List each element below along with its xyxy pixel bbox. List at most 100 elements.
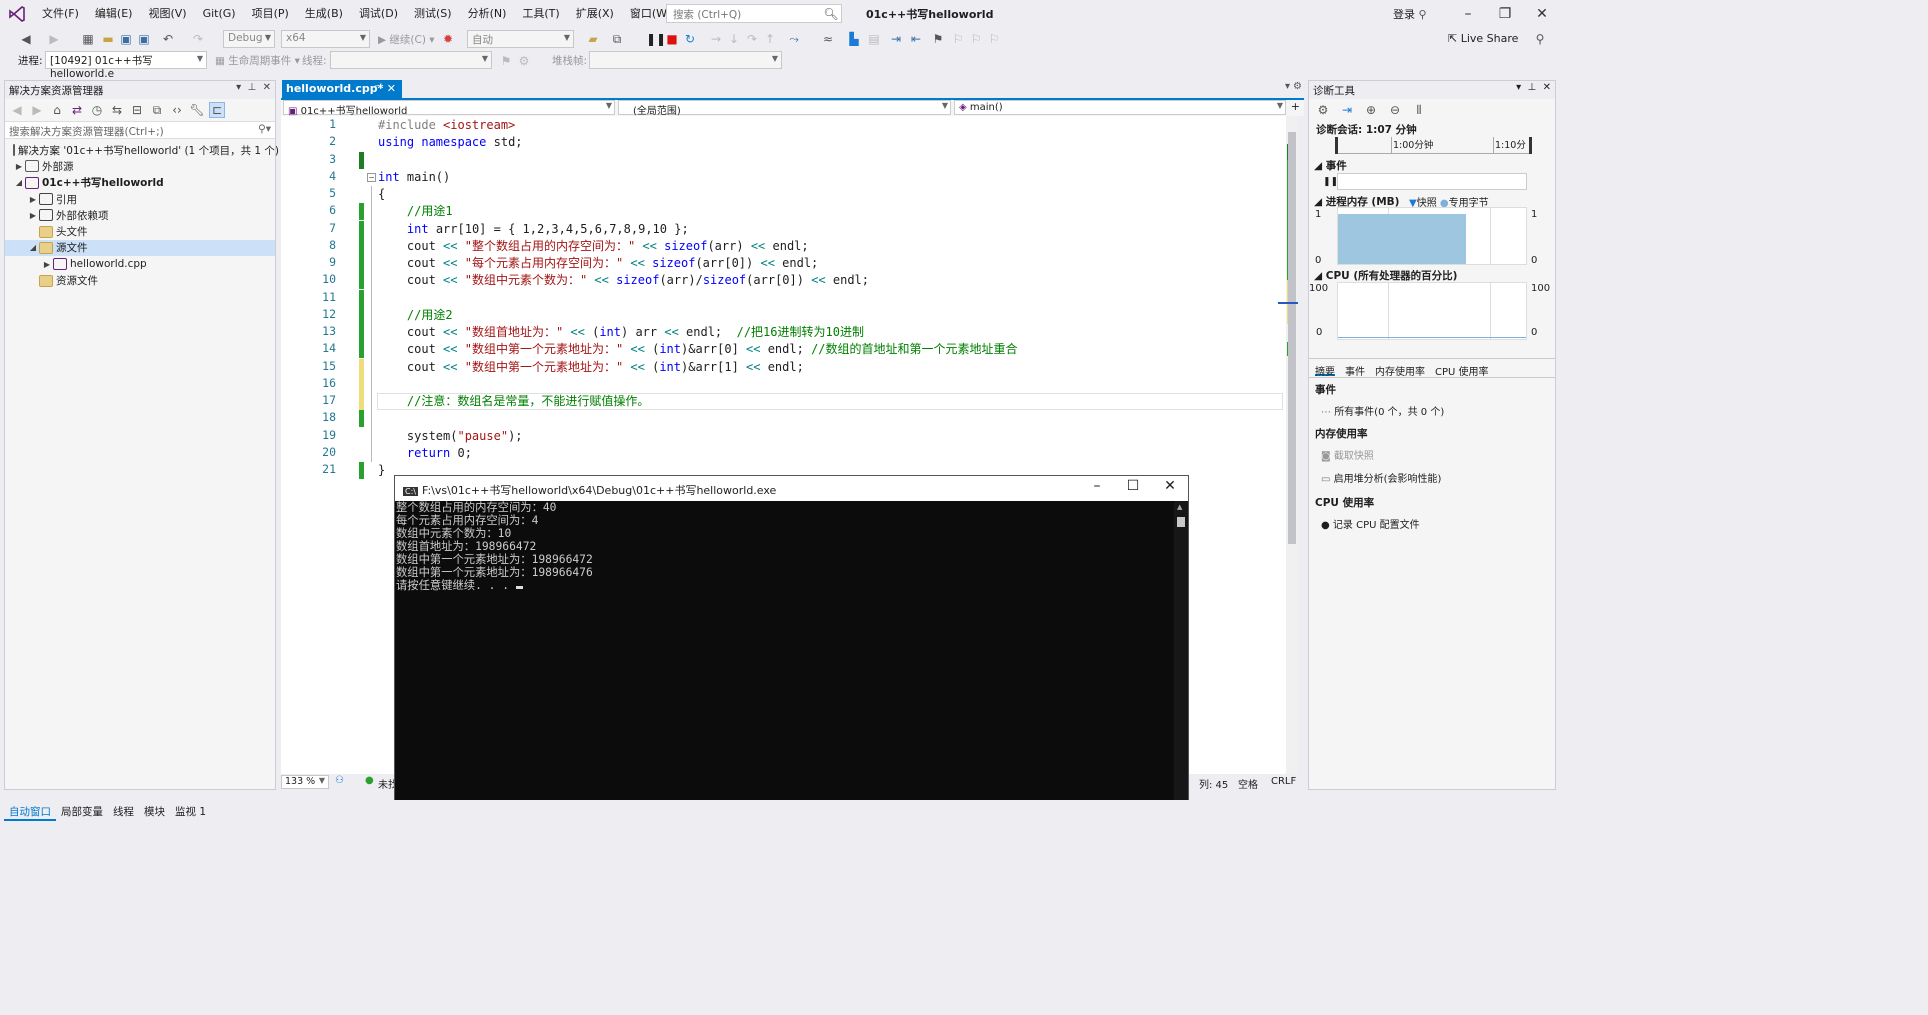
panel-window-controls[interactable]: ▾ ⊥ ✕ (1516, 82, 1551, 93)
pin-icon[interactable]: ⊣ (374, 82, 382, 92)
code-line[interactable]: #include <iostream> (378, 117, 515, 134)
code-line[interactable]: cout << "每个元素占用内存空间为：" << sizeof(arr[0])… (378, 255, 818, 272)
home-icon[interactable]: ⌂ (49, 102, 65, 118)
menu-item[interactable]: 调试(D) (351, 6, 406, 22)
flag-thread-icon[interactable]: ⚑ (498, 53, 514, 69)
platform-select[interactable]: x64 ▼ (281, 30, 370, 48)
code-line[interactable]: //注意：数组名是常量，不能进行赋值操作。 (378, 393, 649, 410)
diag-tab[interactable]: 内存使用率 (1375, 363, 1425, 378)
settings-icon[interactable]: ⚙ (1293, 81, 1302, 92)
properties-icon[interactable]: 🔧︎ (189, 102, 205, 118)
diag-tab[interactable]: CPU 使用率 (1435, 363, 1489, 378)
zoom-in-icon[interactable]: ⊕ (1363, 102, 1379, 118)
lifecycle-events-button[interactable]: ▦ 生命周期事件 ▾ (215, 53, 300, 68)
code-line[interactable]: cout << "整个数组占用的内存空间为：" << sizeof(arr) <… (378, 238, 809, 255)
expand-icon[interactable]: ▶ (13, 162, 25, 171)
tree-item[interactable]: 头文件 (5, 223, 275, 239)
console-close-button[interactable]: ✕ (1152, 478, 1188, 494)
member-nav-select[interactable]: ◈ main() ▼ (954, 100, 1286, 115)
forward-icon[interactable]: ▶ (29, 102, 45, 118)
project-nav-select[interactable]: ▣ 01c++书写helloworld ▼ (283, 100, 615, 117)
code-line[interactable]: int arr[10] = { 1,2,3,4,5,6,7,8,9,10 }; (378, 221, 689, 238)
code-line[interactable]: //用途1 (378, 203, 453, 220)
expand-icon[interactable]: ▶ (41, 260, 53, 269)
code-line[interactable]: cout << "数组首地址为：" << (int) arr << endl; … (378, 324, 864, 341)
back-icon[interactable]: ◀ (18, 31, 34, 47)
menu-item[interactable]: 项目(P) (244, 6, 297, 22)
layout-icon[interactable]: ⧉ (609, 31, 625, 47)
stop-icon[interactable]: ■ (664, 31, 680, 47)
breakpoint-nav-icon[interactable]: ▙ (846, 31, 862, 47)
login-link[interactable]: 登录 ⚲ (1393, 6, 1427, 22)
bottom-tab[interactable]: 自动窗口 (4, 804, 56, 821)
diag-tab[interactable]: 事件 (1345, 363, 1365, 378)
outdent-icon[interactable]: ⇤ (908, 31, 924, 47)
menu-item[interactable]: 文件(F) (34, 6, 87, 22)
show-all-files-icon[interactable]: ⧉ (149, 102, 165, 118)
scroll-thumb[interactable] (1288, 132, 1296, 544)
continue-button[interactable]: ▶ 继续(C) ▾ (378, 32, 435, 47)
panel-window-controls[interactable]: ▾ ⊥ ✕ (236, 82, 271, 93)
vertical-scrollbar[interactable] (1278, 116, 1298, 774)
menu-item[interactable]: 视图(V) (140, 6, 194, 22)
tree-item[interactable]: ▶ 外部源 (5, 158, 275, 174)
sync-icon[interactable]: ⇆ (109, 102, 125, 118)
config-select[interactable]: Debug ▼ (223, 30, 275, 48)
console-window[interactable]: C:\ F:\vs\01c++书写helloworld\x64\Debug\01c… (394, 475, 1189, 825)
console-scrollbar[interactable]: ▲ (1174, 501, 1188, 824)
comment-icon[interactable]: ▤ (866, 31, 882, 47)
live-share-button[interactable]: ⇱ Live Share (1448, 32, 1518, 45)
switch-views-icon[interactable]: ⇄ (69, 102, 85, 118)
heap-analysis-button[interactable]: ▭ 启用堆分析(会影响性能) (1309, 466, 1555, 489)
menu-item[interactable]: 分析(N) (460, 6, 515, 22)
console-maximize-button[interactable]: ☐ (1115, 478, 1151, 494)
zoom-out-icon[interactable]: ⊖ (1387, 102, 1403, 118)
code-icon[interactable]: ‹› (169, 102, 185, 118)
code-line[interactable]: { (378, 186, 385, 203)
tree-item[interactable]: ◢ 01c++书写helloworld (5, 175, 275, 191)
zoom-select[interactable]: 133 % ▼ (281, 775, 329, 789)
new-project-icon[interactable]: ▦ (80, 31, 96, 47)
menu-item[interactable]: Git(G) (195, 6, 244, 22)
close-button[interactable]: ✕ (1527, 4, 1557, 24)
bottom-tab[interactable]: 线程 (108, 804, 139, 821)
console-minimize-button[interactable]: – (1079, 478, 1115, 494)
solution-search-input[interactable]: 搜索解决方案资源管理器(Ctrl+;) ⚲▾ (5, 121, 275, 139)
tree-item[interactable]: ▶ helloworld.cpp (5, 256, 275, 272)
code-line[interactable]: int main() (378, 169, 450, 186)
collapse-icon[interactable]: ◢ (27, 243, 39, 252)
split-icon[interactable]: + (1291, 100, 1300, 113)
tab-helloworld-cpp[interactable]: helloworld.cpp* ⊣ ✕ (282, 80, 402, 98)
bottom-tab[interactable]: 监视 1 (170, 804, 211, 821)
feedback-icon[interactable]: ⚲ (1532, 31, 1548, 47)
code-line[interactable]: cout << "数组中第一个元素地址为：" << (int)&arr[0] <… (378, 341, 1018, 358)
cpu-graph[interactable] (1337, 282, 1527, 340)
menu-item[interactable]: 扩展(X) (568, 6, 622, 22)
clear-bookmarks-icon[interactable]: ⚐ (986, 31, 1002, 47)
code-line[interactable]: system("pause"); (378, 428, 523, 445)
menu-item[interactable]: 生成(B) (297, 6, 351, 22)
tree-item[interactable]: 解决方案 '01c++书写helloworld' (1 个项目，共 1 个) (5, 142, 279, 158)
pause-events-icon[interactable]: ❚❚ (1323, 177, 1338, 187)
diag-tab[interactable]: 摘要 (1315, 363, 1335, 378)
console-titlebar[interactable]: C:\ F:\vs\01c++书写helloworld\x64\Debug\01c… (395, 476, 1188, 501)
pending-changes-icon[interactable]: ◷ (89, 102, 105, 118)
collapse-icon[interactable]: ◢ (13, 178, 25, 187)
timeline-right-handle[interactable] (1529, 137, 1532, 154)
collapse-all-icon[interactable]: ⊟ (129, 102, 145, 118)
timeline-left-handle[interactable] (1335, 137, 1338, 154)
restart-icon[interactable]: ↻ (682, 31, 698, 47)
console-scroll-thumb[interactable] (1177, 517, 1185, 527)
preview-icon[interactable]: ⊏ (209, 102, 225, 118)
indent-icon[interactable]: ⇥ (888, 31, 904, 47)
tree-item[interactable]: ▶ 外部依赖项 (5, 207, 275, 223)
bottom-tab[interactable]: 模块 (139, 804, 170, 821)
browse-icon[interactable]: ▰ (585, 31, 601, 47)
prev-bookmark-icon[interactable]: ⚐ (950, 31, 966, 47)
tab-overflow-icon[interactable]: ▾ (1285, 81, 1290, 92)
close-tab-icon[interactable]: ✕ (387, 82, 396, 95)
filter-thread-icon[interactable]: ⚙ (516, 53, 532, 69)
scope-nav-select[interactable]: (全局范围) ▼ (618, 100, 951, 117)
all-events-link[interactable]: ⋯ 所有事件(0 个，共 0 个) (1309, 401, 1555, 420)
record-cpu-button[interactable]: ● 记录 CPU 配置文件 (1309, 512, 1555, 535)
